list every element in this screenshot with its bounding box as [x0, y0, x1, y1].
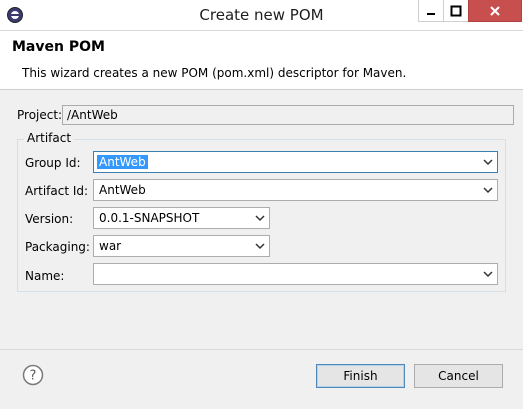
name-label: Name: — [25, 269, 65, 283]
group-id-combo[interactable]: AntWeb — [93, 151, 498, 173]
close-button[interactable] — [468, 0, 522, 22]
artifact-id-label: Artifact Id: — [25, 184, 89, 198]
finish-button[interactable]: Finish — [316, 364, 405, 388]
banner-title: Maven POM — [12, 39, 105, 55]
artifact-id-value: AntWeb — [99, 183, 146, 197]
chevron-down-icon[interactable] — [483, 186, 493, 194]
minimize-button[interactable] — [418, 0, 444, 22]
title-bar: Create new POM — [0, 0, 523, 31]
version-label: Version: — [25, 212, 74, 226]
banner-description: This wizard creates a new POM (pom.xml) … — [22, 66, 407, 80]
maximize-icon — [450, 5, 462, 16]
chevron-down-icon[interactable] — [483, 270, 493, 278]
packaging-value: war — [99, 239, 122, 253]
minimize-icon — [427, 12, 435, 15]
maximize-button[interactable] — [443, 0, 469, 22]
project-label: Project: — [17, 108, 63, 122]
packaging-label: Packaging: — [25, 240, 90, 254]
cancel-button[interactable]: Cancel — [414, 364, 503, 388]
chevron-down-icon[interactable] — [483, 158, 493, 166]
group-id-label: Group Id: — [25, 156, 81, 170]
artifact-group-label: Artifact — [24, 131, 75, 145]
close-icon — [490, 5, 500, 16]
chevron-down-icon[interactable] — [255, 242, 265, 250]
name-combo[interactable] — [93, 263, 498, 285]
artifact-id-combo[interactable]: AntWeb — [93, 179, 498, 201]
packaging-combo[interactable]: war — [93, 235, 270, 257]
footer-separator — [0, 349, 523, 350]
help-icon[interactable]: ? — [22, 364, 44, 386]
version-combo[interactable]: 0.0.1-SNAPSHOT — [93, 207, 270, 229]
wizard-banner: Maven POM This wizard creates a new POM … — [0, 31, 523, 90]
svg-text:?: ? — [30, 369, 37, 384]
group-id-value: AntWeb — [97, 155, 148, 169]
project-field: /AntWeb — [62, 105, 514, 125]
version-value: 0.0.1-SNAPSHOT — [99, 211, 200, 225]
chevron-down-icon[interactable] — [255, 214, 265, 222]
